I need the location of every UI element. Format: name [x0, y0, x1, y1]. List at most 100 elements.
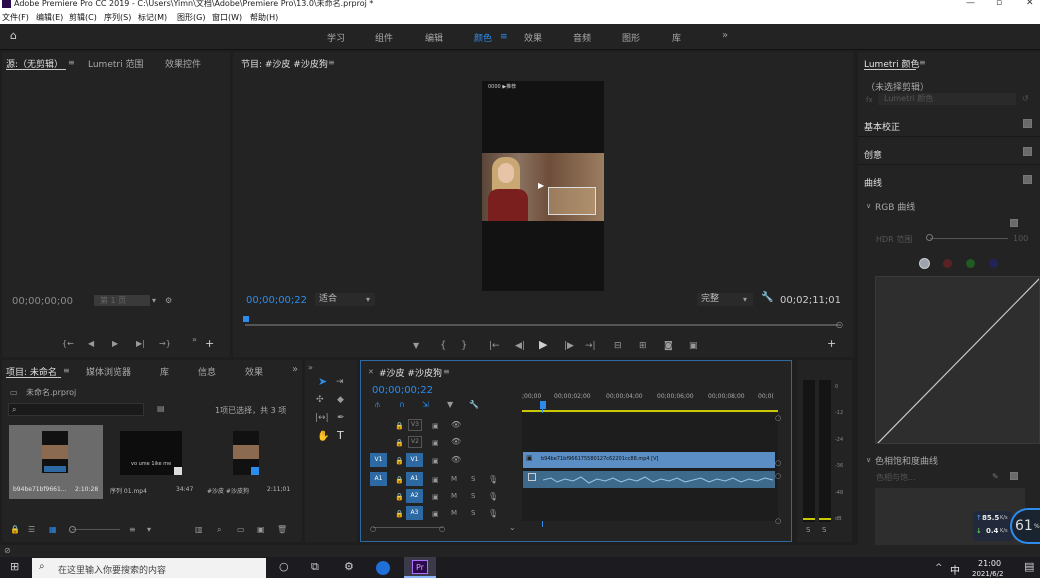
lock-icon[interactable]: 🔒: [395, 456, 404, 466]
sync-icon[interactable]: ▣: [432, 421, 439, 431]
scroll-handle[interactable]: ○: [775, 516, 781, 526]
collapse-icon[interactable]: ⌄: [509, 523, 516, 533]
chevron-down-icon[interactable]: ▾: [366, 295, 370, 305]
channel-blue-dot[interactable]: [989, 259, 998, 268]
track-a3-label[interactable]: A3: [406, 506, 423, 520]
track-v3-label[interactable]: V3: [408, 419, 422, 431]
playhead[interactable]: [243, 316, 249, 322]
source-page-selector[interactable]: 第 1 页: [94, 295, 150, 306]
clock-time[interactable]: 21:00: [978, 559, 1001, 568]
scroll-handle[interactable]: ○: [775, 471, 781, 481]
new-bin-icon[interactable]: ▤: [157, 404, 165, 414]
hdr-slider[interactable]: [930, 238, 1008, 239]
timeline-settings-icon[interactable]: 🔧: [469, 400, 479, 410]
solo-button[interactable]: S: [471, 509, 475, 517]
lumetri-effect-dropdown[interactable]: Lumetri 颜色: [878, 93, 1016, 105]
export-frame-icon[interactable]: »: [192, 335, 197, 345]
section-creative[interactable]: 创意: [864, 148, 882, 161]
taskbar-search-input[interactable]: ⌕ 在这里输入你要搜索的内容: [32, 558, 266, 578]
settings-icon[interactable]: ⚙: [165, 296, 172, 306]
scroll-handle[interactable]: ○: [370, 524, 376, 534]
eyedropper-icon[interactable]: ✎: [992, 472, 999, 482]
go-to-out-icon[interactable]: →|: [585, 341, 596, 351]
basic-correction-checkbox[interactable]: [1023, 119, 1032, 128]
mark-out-icon[interactable]: }: [461, 341, 467, 351]
scrub-bar[interactable]: [245, 324, 841, 326]
step-forward-icon[interactable]: ▶|: [136, 339, 145, 349]
step-forward-icon[interactable]: |▶: [564, 341, 574, 351]
project-item-selected[interactable]: b94be71bf9661... 2:10:28: [9, 425, 103, 499]
play-icon[interactable]: ▶: [112, 339, 118, 349]
close-icon[interactable]: ✕: [1026, 0, 1034, 8]
chevron-down-icon[interactable]: ▾: [152, 296, 156, 306]
solo-button[interactable]: S: [471, 492, 475, 500]
trash-icon[interactable]: 🗑: [277, 525, 287, 535]
lock-icon[interactable]: 🔒: [395, 438, 404, 448]
menu-edit[interactable]: 编辑(E): [36, 12, 63, 23]
browser-icon[interactable]: [376, 561, 390, 575]
razor-tool-icon[interactable]: ◆: [337, 395, 344, 405]
eye-icon[interactable]: 👁: [451, 437, 461, 447]
tab-info[interactable]: 信息: [198, 365, 216, 378]
work-area-bar[interactable]: [522, 410, 778, 412]
wrench-icon[interactable]: 🔧: [761, 293, 773, 303]
timeline-ruler[interactable]: ;00;00 00;00;02;00 00;00;04;00 00;00;06;…: [522, 385, 778, 412]
automate-icon[interactable]: ▥: [195, 525, 203, 535]
close-tab-icon[interactable]: ✕: [368, 367, 374, 377]
channel-red-dot[interactable]: [943, 259, 952, 268]
scrub-end-handle[interactable]: ○: [836, 320, 843, 330]
nest-icon[interactable]: ⫛: [375, 400, 380, 410]
home-icon[interactable]: ⌂: [10, 30, 17, 41]
add-button-icon[interactable]: +: [827, 338, 836, 349]
mark-in-icon[interactable]: {: [440, 341, 446, 351]
sort-icon[interactable]: ≡: [129, 525, 136, 535]
more-tabs-icon[interactable]: »: [292, 365, 298, 375]
find-icon[interactable]: ⌕: [217, 525, 221, 535]
ripple-edit-icon[interactable]: ✣: [316, 395, 324, 405]
panel-menu-icon[interactable]: ≡: [919, 58, 926, 68]
creative-checkbox[interactable]: [1023, 147, 1032, 156]
chevron-down-icon[interactable]: ∨: [866, 201, 871, 211]
reset-icon[interactable]: ↺: [1022, 94, 1029, 104]
mic-icon[interactable]: 🎙: [488, 492, 498, 502]
workspace-audio[interactable]: 音频: [573, 31, 591, 44]
track-v1-label[interactable]: V1: [406, 453, 423, 467]
workspace-color[interactable]: 颜色: [474, 31, 492, 44]
snap-icon[interactable]: ∩: [399, 400, 405, 410]
timeline-tab[interactable]: #沙皮 #沙皮狗: [379, 366, 442, 379]
pen-tool-icon[interactable]: ✒: [337, 413, 345, 423]
cortana-icon[interactable]: ○: [279, 561, 289, 572]
notification-icon[interactable]: ▤: [1024, 561, 1034, 572]
mic-icon[interactable]: 🎙: [488, 475, 498, 485]
project-search-input[interactable]: ⌕: [8, 403, 144, 416]
mic-icon[interactable]: 🎙: [488, 509, 498, 519]
more-tools-icon[interactable]: »: [308, 363, 313, 373]
solo-left-button[interactable]: S: [806, 526, 810, 534]
menu-window[interactable]: 窗口(W): [212, 12, 242, 23]
add-marker-icon[interactable]: ▼: [413, 341, 419, 351]
track-v2-label[interactable]: V2: [408, 436, 422, 448]
menu-clip[interactable]: 剪辑(C): [69, 12, 97, 23]
program-title[interactable]: 节目: #沙皮 #沙皮狗: [241, 57, 328, 70]
lock-icon[interactable]: 🔒: [395, 492, 404, 502]
section-basic-correction[interactable]: 基本校正: [864, 120, 900, 133]
sync-icon[interactable]: ▣: [432, 456, 439, 466]
zoom-slider[interactable]: [72, 529, 120, 530]
lock-icon[interactable]: 🔒: [395, 421, 404, 431]
workspace-graphics[interactable]: 图形: [622, 31, 640, 44]
lock-icon[interactable]: 🔒: [395, 509, 404, 519]
chevron-down-icon[interactable]: ▾: [743, 295, 747, 305]
menu-graphics[interactable]: 图形(G): [177, 12, 205, 23]
add-marker-icon[interactable]: ▼: [447, 400, 453, 410]
playhead-marker[interactable]: [540, 401, 546, 409]
lock-icon[interactable]: 🔒: [10, 525, 20, 535]
linked-selection-icon[interactable]: ⇲: [422, 400, 429, 410]
zoom-slider-thumb[interactable]: [69, 526, 76, 533]
scroll-handle[interactable]: ○: [775, 413, 781, 423]
mute-button[interactable]: M: [451, 492, 457, 500]
channel-green-dot[interactable]: [966, 259, 975, 268]
menu-help[interactable]: 帮助(H): [250, 12, 278, 23]
hdr-slider-thumb[interactable]: [926, 234, 933, 241]
rgb-curves-label[interactable]: RGB 曲线: [875, 200, 915, 213]
windows-start-icon[interactable]: ⊞: [10, 561, 19, 572]
